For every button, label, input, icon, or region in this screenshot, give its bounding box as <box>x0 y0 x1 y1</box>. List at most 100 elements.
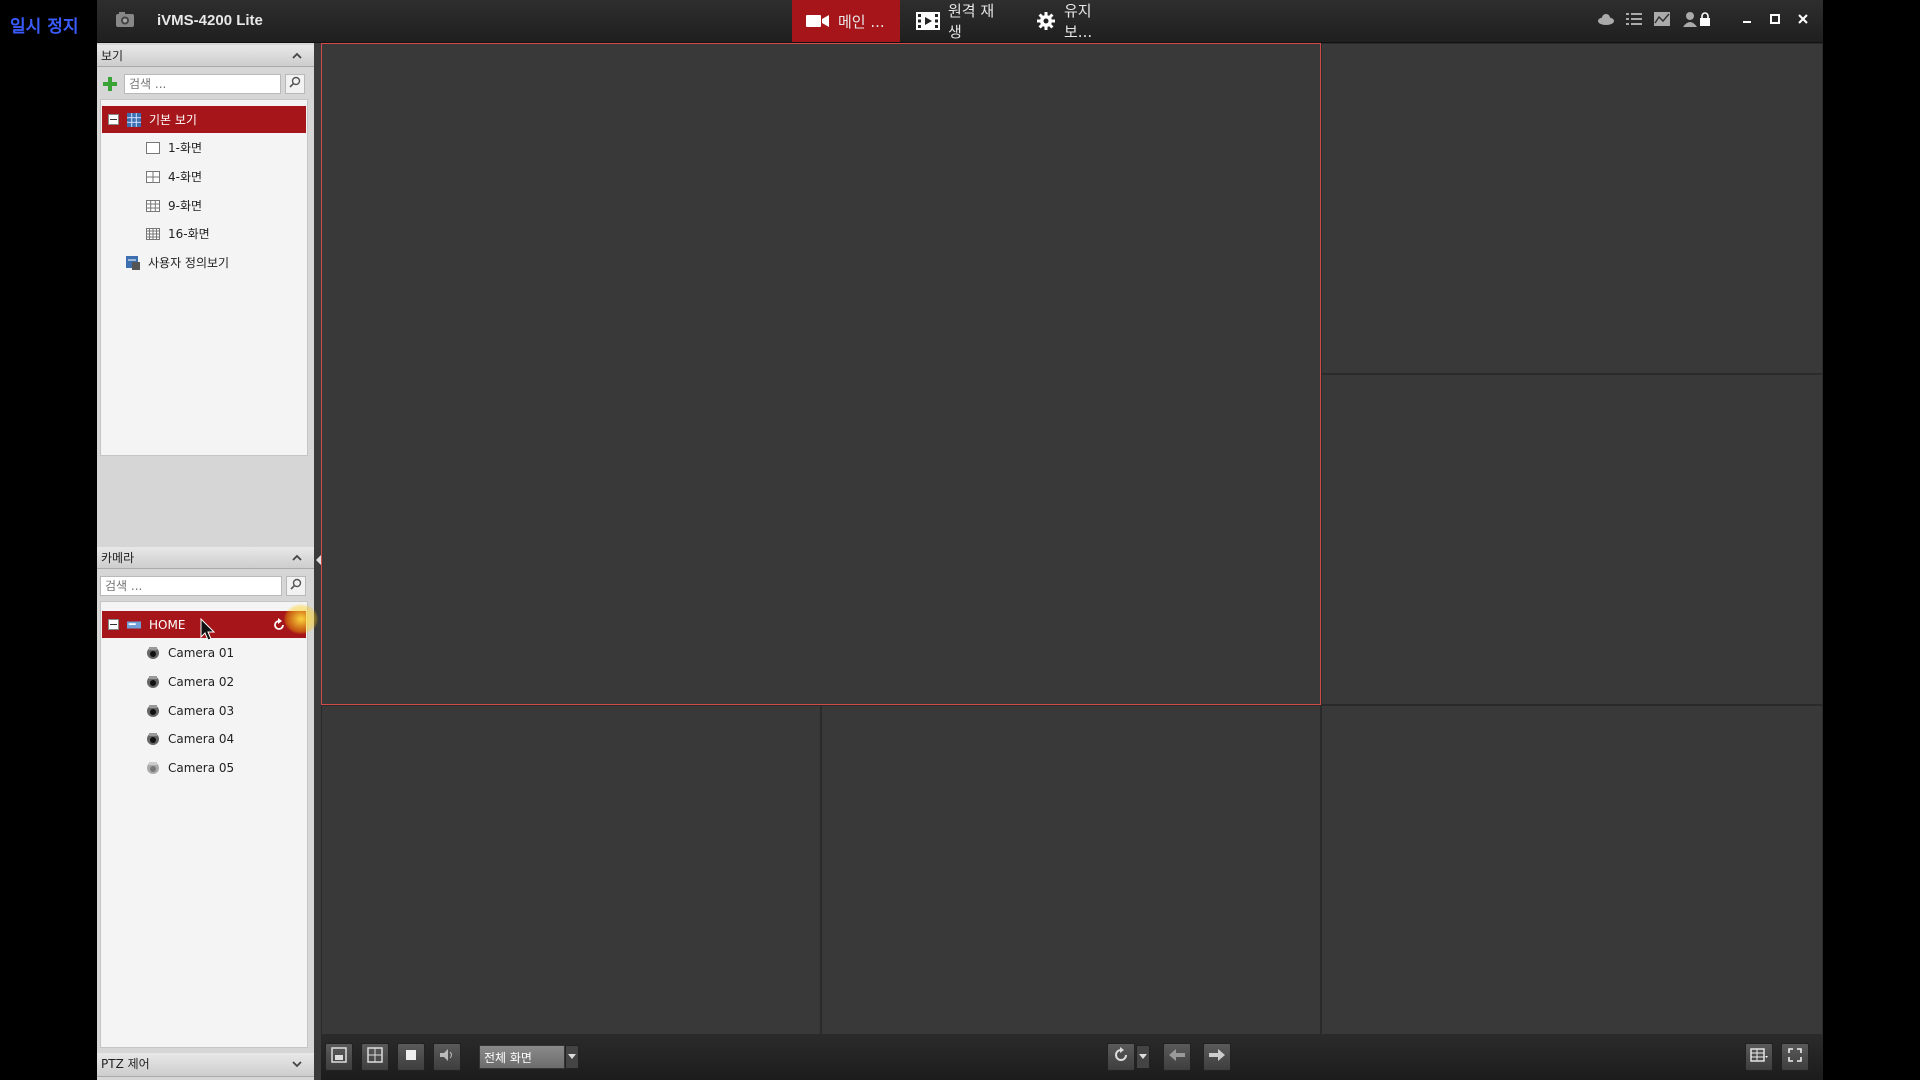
ptz-panel-title: PTZ 제어 <box>101 1057 150 1071</box>
next-button[interactable] <box>1203 1043 1231 1071</box>
fullscreen-button[interactable] <box>1781 1043 1809 1071</box>
view-search-input[interactable] <box>124 74 281 94</box>
video-cell-5[interactable] <box>821 705 1321 1035</box>
audio-button[interactable] <box>433 1043 461 1071</box>
video-camera-icon <box>806 13 830 29</box>
tab-remote-playback[interactable]: 원격 재생 <box>902 0 1017 42</box>
tree-item-custom-view[interactable]: 사용자 정의보기 <box>126 249 229 276</box>
arrow-right-icon <box>1209 1049 1225 1065</box>
custom-view-icon <box>126 255 140 270</box>
cursor-highlight <box>284 604 318 634</box>
film-icon <box>916 12 940 30</box>
view-panel-header[interactable]: 보기 <box>97 45 314 67</box>
tab-label: 유지 보... <box>1064 2 1093 41</box>
stop-icon <box>405 1049 417 1065</box>
camera-icon <box>146 704 160 718</box>
close-icon[interactable] <box>1793 10 1813 28</box>
layout-9-icon <box>146 199 160 213</box>
video-cell-2[interactable] <box>1321 43 1823 374</box>
video-cell-4[interactable] <box>321 705 821 1035</box>
chevron-down-icon[interactable] <box>565 1045 579 1069</box>
collapse-icon[interactable] <box>108 619 119 630</box>
fullscreen-mode-select[interactable]: 전체 화면 <box>479 1045 565 1069</box>
layout-select-button[interactable] <box>361 1043 389 1071</box>
nvr-device-icon <box>127 618 141 632</box>
tree-item-label: Camera 04 <box>168 731 235 746</box>
layout-4-icon <box>146 170 160 184</box>
tree-item-4-screen[interactable]: 4-화면 <box>146 163 202 190</box>
video-cell-1[interactable] <box>321 43 1321 705</box>
collapse-icon[interactable] <box>108 114 119 125</box>
ptz-panel-header[interactable]: PTZ 제어 <box>97 1053 314 1077</box>
chevron-up-icon[interactable] <box>292 547 302 569</box>
cloud-icon[interactable] <box>1597 10 1615 28</box>
tree-item-camera-01[interactable]: Camera 01 <box>146 639 234 666</box>
tree-item-label: 16-화면 <box>168 227 210 241</box>
tree-item-camera-05[interactable]: Camera 05 <box>146 754 234 781</box>
camera-icon <box>146 675 160 689</box>
chart-icon[interactable] <box>1653 10 1671 28</box>
grid-icon <box>1750 1048 1768 1066</box>
view-search-button[interactable] <box>285 74 305 94</box>
camera-search-row <box>100 574 308 598</box>
lock-icon[interactable] <box>1695 10 1715 28</box>
tree-item-label: 9-화면 <box>168 199 203 213</box>
left-panel: 보기 기본 보기 1-화면 4-화면 9-화면 <box>97 43 314 1080</box>
tab-maintenance[interactable]: 유지 보... <box>1022 0 1132 42</box>
tree-item-label: Camera 03 <box>168 703 235 718</box>
tree-item-label: 기본 보기 <box>149 113 197 127</box>
video-cell-6[interactable] <box>1321 705 1823 1035</box>
camera-search-input[interactable] <box>100 576 282 596</box>
tree-item-label: 4-화면 <box>168 170 203 184</box>
tree-item-16-screen[interactable]: 16-화면 <box>146 220 210 247</box>
grid-view-icon <box>127 112 141 127</box>
app-logo-icon <box>115 11 137 29</box>
camera-panel-header[interactable]: 카메라 <box>97 547 314 569</box>
minimize-icon[interactable] <box>1737 10 1757 28</box>
layout-16-icon <box>146 227 160 241</box>
cycle-icon <box>1113 1047 1129 1067</box>
tree-item-9-screen[interactable]: 9-화면 <box>146 192 202 219</box>
view-search-row <box>100 72 308 96</box>
tree-item-label: 1-화면 <box>168 141 203 155</box>
save-view-button[interactable] <box>325 1043 353 1071</box>
tree-item-1-screen[interactable]: 1-화면 <box>146 134 202 161</box>
tab-label: 원격 재생 <box>948 2 995 41</box>
layout-icon <box>367 1047 383 1067</box>
video-cell-3[interactable] <box>1321 374 1823 705</box>
tree-item-label: HOME <box>149 617 186 632</box>
chevron-up-icon[interactable] <box>292 45 302 67</box>
tree-item-label: Camera 02 <box>168 674 235 689</box>
chevron-down-icon[interactable] <box>292 1053 302 1075</box>
mouse-cursor-icon <box>200 617 216 646</box>
maximize-icon[interactable] <box>1765 10 1785 28</box>
ivms-window: iVMS-4200 Lite 메인 ... 원격 재생 유지 보... 보기 검… <box>97 0 1823 1080</box>
list-icon[interactable] <box>1625 10 1643 28</box>
search-icon <box>289 76 301 92</box>
camera-icon <box>146 646 160 660</box>
app-title: iVMS-4200 Lite <box>157 12 263 29</box>
video-grid <box>321 43 1823 1035</box>
chevron-down-icon[interactable] <box>1136 1045 1150 1069</box>
bottom-toolbar: 전체 화면 <box>321 1035 1823 1080</box>
tree-item-label: 사용자 정의보기 <box>148 256 230 270</box>
tree-item-camera-04[interactable]: Camera 04 <box>146 725 234 752</box>
view-tree <box>100 99 308 456</box>
tree-item-camera-03[interactable]: Camera 03 <box>146 697 234 724</box>
search-icon <box>290 578 302 594</box>
camera-search-button[interactable] <box>286 576 306 596</box>
tree-item-default-view[interactable]: 기본 보기 <box>102 106 306 133</box>
previous-button[interactable] <box>1163 1043 1191 1071</box>
tree-item-camera-02[interactable]: Camera 02 <box>146 668 234 695</box>
auto-switch-button[interactable] <box>1107 1043 1135 1071</box>
stop-all-button[interactable] <box>397 1043 425 1071</box>
layout-1-icon <box>146 141 160 155</box>
tree-item-label: Camera 05 <box>168 760 235 775</box>
arrow-left-icon <box>1169 1049 1185 1065</box>
window-division-button[interactable] <box>1745 1043 1773 1071</box>
window-controls <box>1695 10 1813 28</box>
gear-icon <box>1036 11 1056 31</box>
add-view-button[interactable] <box>100 74 120 94</box>
tab-main-view[interactable]: 메인 ... <box>792 0 900 42</box>
camera-offline-icon <box>146 761 160 775</box>
